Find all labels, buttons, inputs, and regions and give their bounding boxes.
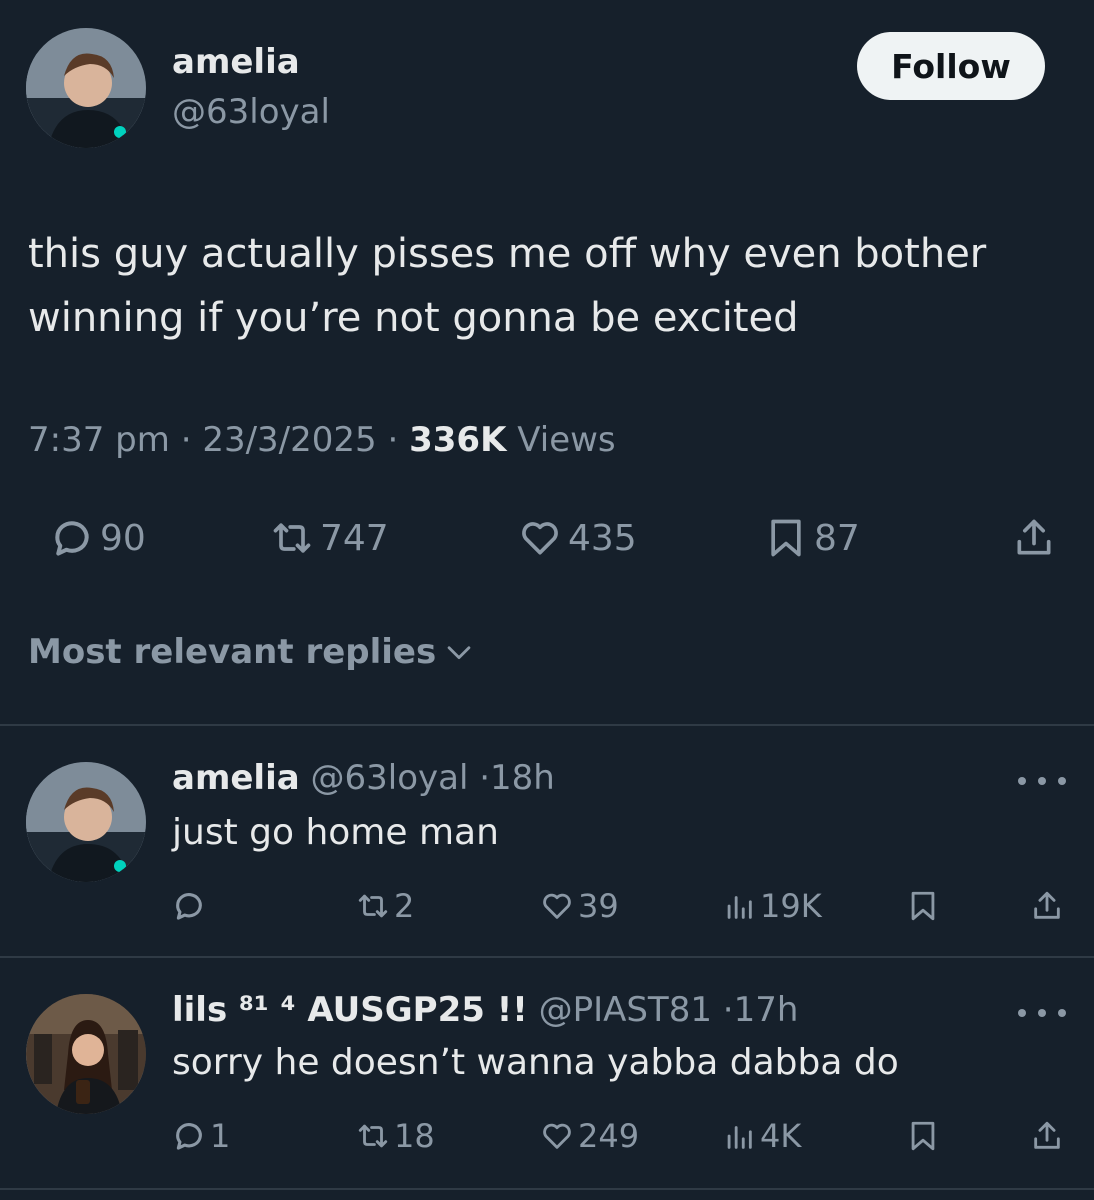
speech-bubble-icon — [176, 1123, 202, 1150]
tweet-time[interactable]: 7:37 pm — [28, 420, 170, 460]
reply-text: sorry he doesn’t wanna yabba dabba do — [172, 1042, 899, 1083]
avatar-photo-icon — [26, 762, 146, 882]
like-button[interactable]: 249 — [540, 1114, 639, 1158]
speech-bubble-icon — [176, 893, 202, 920]
retweet-count: 18 — [394, 1117, 435, 1155]
reply-action-bar: 1 18 249 4K — [0, 1114, 1094, 1158]
retweet-button[interactable]: 2 — [356, 884, 414, 928]
replies-sort-selector[interactable]: Most relevant replies — [28, 632, 476, 672]
reply-avatar[interactable] — [26, 994, 146, 1114]
author-avatar[interactable] — [26, 28, 146, 148]
reply-header: amelia @63loyal ·18h — [172, 758, 555, 798]
tweet-action-bar: 90 747 435 87 — [0, 510, 1094, 566]
meta-separator: · — [722, 990, 734, 1030]
bar-chart-icon — [727, 896, 752, 919]
reply-action-bar: 2 39 19K — [0, 884, 1094, 928]
share-button[interactable] — [1012, 510, 1062, 566]
bookmark-button[interactable] — [906, 884, 944, 928]
reply-count: 90 — [100, 517, 146, 559]
views-count[interactable]: 336K — [409, 420, 506, 460]
bar-chart-icon — [727, 1126, 752, 1149]
chevron-down-icon — [447, 646, 471, 660]
share-icon — [1034, 1121, 1060, 1149]
reply-count: 1 — [210, 1117, 231, 1155]
divider — [0, 1188, 1094, 1190]
more-dots-icon[interactable] — [1018, 998, 1066, 1028]
author-handle[interactable]: @63loyal — [172, 92, 330, 132]
tweet-date[interactable]: 23/3/2025 — [202, 420, 376, 460]
bookmark-icon — [911, 891, 935, 921]
views-count: 4K — [760, 1117, 802, 1155]
bookmark-count: 87 — [814, 517, 860, 559]
bookmark-button[interactable]: 87 — [764, 510, 860, 566]
tweet-meta: 7:37 pm · 23/3/2025 · 336K Views — [28, 420, 616, 460]
tweet-detail-page: amelia @63loyal Follow this guy actually… — [0, 0, 1094, 1200]
retweet-button[interactable]: 747 — [270, 510, 389, 566]
avatar-photo-icon — [26, 28, 146, 148]
speech-bubble-icon — [55, 521, 89, 556]
views-button[interactable]: 19K — [722, 884, 822, 928]
reply-text: just go home man — [172, 812, 499, 853]
follow-button[interactable]: Follow — [857, 32, 1045, 100]
sort-label: Most relevant replies — [28, 632, 437, 672]
retweet-icon — [358, 1124, 388, 1148]
reply-time[interactable]: 17h — [734, 990, 799, 1030]
bookmark-icon — [911, 1121, 935, 1151]
author-name[interactable]: amelia — [172, 42, 300, 82]
views-count: 19K — [760, 887, 822, 925]
like-count: 39 — [578, 887, 619, 925]
retweet-button[interactable]: 18 — [356, 1114, 435, 1158]
like-count: 249 — [578, 1117, 640, 1155]
meta-separator: · — [479, 758, 491, 798]
like-button[interactable]: 39 — [540, 884, 619, 928]
reply-header: lils ⁸¹ ⁴ AUSGP25 !! @PIAST81 ·17h — [172, 990, 798, 1030]
reply-author-handle[interactable]: @63loyal — [311, 758, 469, 798]
share-button[interactable] — [1030, 1114, 1068, 1158]
reply-button[interactable]: 1 — [172, 1114, 230, 1158]
heart-icon — [543, 893, 571, 919]
reply-time[interactable]: 18h — [490, 758, 555, 798]
retweet-icon — [358, 894, 388, 918]
tweet-text: this guy actually pisses me off why even… — [28, 231, 987, 341]
bookmark-icon — [771, 519, 801, 557]
retweet-count: 747 — [320, 517, 389, 559]
heart-icon — [522, 522, 558, 555]
reply-button[interactable]: 90 — [50, 510, 146, 566]
share-icon — [1034, 891, 1060, 919]
reply-author-name[interactable]: amelia — [172, 758, 300, 798]
bookmark-button[interactable] — [906, 1114, 944, 1158]
views-label: Views — [517, 420, 616, 460]
reply-avatar[interactable] — [26, 762, 146, 882]
reply-author-name[interactable]: lils ⁸¹ ⁴ AUSGP25 !! — [172, 990, 528, 1030]
share-icon — [1017, 519, 1051, 555]
retweet-count: 2 — [394, 887, 415, 925]
retweet-icon — [273, 523, 311, 553]
reply-author-handle[interactable]: @PIAST81 — [539, 990, 712, 1030]
meta-separator: · — [180, 420, 203, 460]
divider — [0, 724, 1094, 726]
divider — [0, 956, 1094, 958]
more-dots-icon[interactable] — [1018, 766, 1066, 796]
avatar-photo-icon — [26, 994, 146, 1114]
heart-icon — [543, 1123, 571, 1149]
views-button[interactable]: 4K — [722, 1114, 801, 1158]
reply-button[interactable] — [172, 884, 210, 928]
like-count: 435 — [568, 517, 637, 559]
meta-separator: · — [387, 420, 410, 460]
like-button[interactable]: 435 — [518, 510, 637, 566]
share-button[interactable] — [1030, 884, 1068, 928]
